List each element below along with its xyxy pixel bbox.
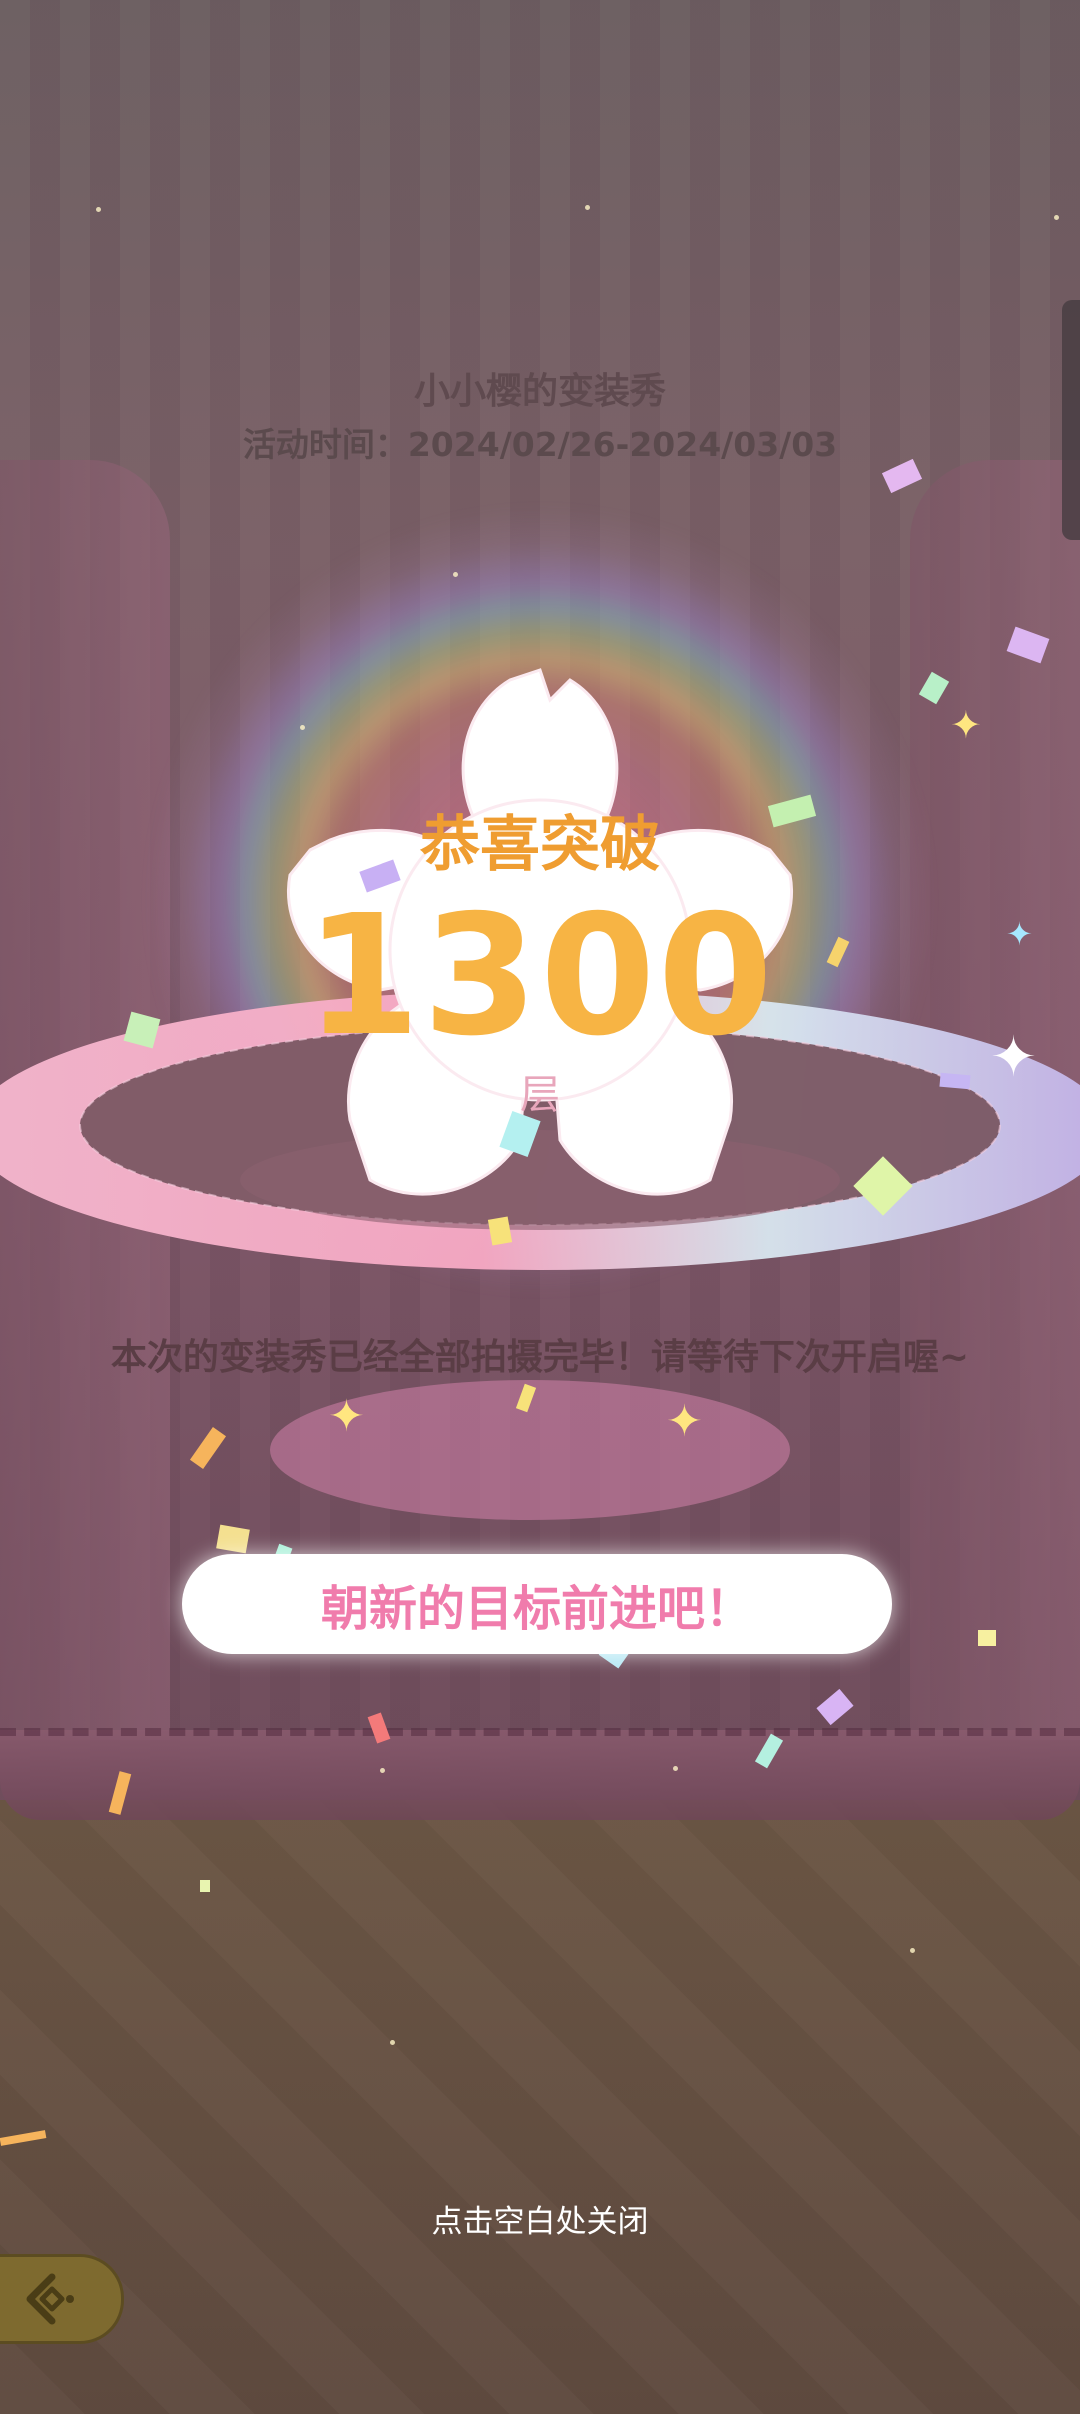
curtain-valance [0,1730,1080,1820]
sparkle-icon: ✦ [950,703,982,747]
sparkle-icon: ✦ [1006,915,1033,953]
back-arrow-icon [26,2273,74,2325]
advance-goal-button[interactable]: 朝新的目标前进吧！ [182,1554,892,1654]
event-title: 小小樱的变装秀 [413,371,666,412]
twinkle [96,207,101,212]
event-date-range: 活动时间：2024/02/26-2024/03/03 [242,425,838,464]
twinkle [453,572,458,577]
floor-number: 1300 [304,880,775,1073]
twinkle [585,205,590,210]
twinkle [390,2040,395,2045]
finish-message: 本次的变装秀已经全部拍摄完毕！请等待下次开启喔~ [110,1337,970,1378]
confetti-piece [200,1880,210,1892]
stage-background[interactable]: 小小樱的变装秀 活动时间：2024/02/26-2024/03/03 恭喜突破 … [0,0,1080,2414]
stage-floor [0,1800,1080,2414]
back-button[interactable] [0,2254,124,2344]
twinkle [910,1948,915,1953]
sparkle-icon: ✦ [666,1396,703,1447]
curtain-trim [0,1728,1080,1736]
twinkle [380,1768,385,1773]
twinkle [1054,215,1059,220]
confetti-piece [978,1630,996,1646]
floor-unit: 层 [520,1072,560,1118]
congrats-label: 恭喜突破 [420,810,660,880]
close-hint[interactable]: 点击空白处关闭 [0,2196,1080,2241]
sparkle-icon: ✦ [328,1391,365,1442]
twinkle [300,725,305,730]
twinkle [673,1766,678,1771]
confetti-piece [487,1216,513,1246]
confetti-piece [939,1072,971,1090]
sparkle-icon: ✦ [990,1025,1037,1090]
confetti-piece [216,1524,250,1554]
